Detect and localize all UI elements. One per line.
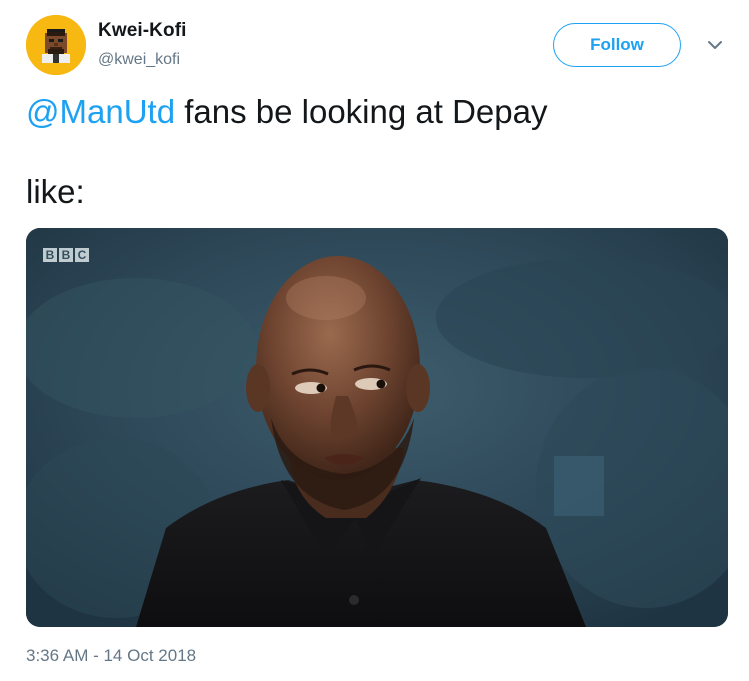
tweet-text-body: fans be looking at Depay — [175, 93, 548, 130]
pixel-face-icon — [26, 15, 86, 75]
tweet-text-line-2: like: — [26, 173, 85, 210]
mention-link[interactable]: @ManUtd — [26, 93, 175, 130]
bbc-logo-letter: B — [59, 248, 73, 262]
tweet-timestamp[interactable]: 3:36 AM - 14 Oct 2018 — [26, 646, 196, 666]
tweet-card: Kwei-Kofi @kwei_kofi Follow @ManUtd fans… — [0, 0, 749, 681]
bbc-logo: B B C — [43, 248, 89, 262]
follow-button[interactable]: Follow — [553, 23, 681, 67]
tweet-media-image[interactable]: B B C — [26, 228, 728, 627]
chevron-down-icon[interactable] — [706, 38, 724, 52]
bbc-logo-letter: C — [75, 248, 89, 262]
bbc-logo-letter: B — [43, 248, 57, 262]
tweet-text: @ManUtd fans be looking at Depay like: — [26, 92, 726, 212]
media-photo — [26, 228, 728, 627]
tweet-text-line-1: @ManUtd fans be looking at Depay — [26, 92, 726, 132]
display-name[interactable]: Kwei-Kofi — [98, 20, 187, 42]
avatar[interactable] — [26, 15, 86, 75]
user-handle[interactable]: @kwei_kofi — [98, 51, 180, 69]
